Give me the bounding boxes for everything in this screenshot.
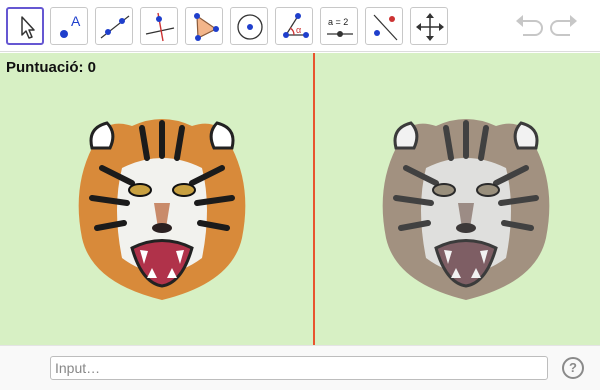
tiger-face-icon: [78, 119, 246, 300]
input-field[interactable]: [50, 356, 548, 380]
help-icon[interactable]: ?: [562, 357, 584, 379]
slider-label: a = 2: [328, 17, 348, 27]
redo-icon: [550, 15, 577, 36]
undo-icon: [516, 15, 543, 36]
toolbar: A α a = 2: [0, 0, 600, 52]
angle-tool-button[interactable]: α: [275, 7, 313, 45]
perpendicular-line-tool-button[interactable]: [140, 7, 178, 45]
tiger-image-modified[interactable]: [366, 108, 566, 303]
score-text: Puntuació: 0: [6, 59, 97, 76]
tiger-face-icon: [382, 119, 550, 300]
tiger-image-original[interactable]: [62, 108, 262, 303]
polygon-tool-button[interactable]: [185, 7, 223, 45]
slider-icon: a = 2: [327, 17, 353, 37]
divider-line: [313, 53, 315, 345]
move-graphics-view-tool-button[interactable]: [410, 7, 448, 45]
polygon-icon: [194, 13, 219, 41]
point-icon: A: [60, 13, 81, 38]
angle-label: α: [296, 25, 301, 35]
move-arrows-icon: [416, 13, 444, 41]
undo-button[interactable]: [513, 12, 543, 38]
point-tool-button[interactable]: A: [50, 7, 88, 45]
angle-icon: α: [283, 13, 309, 38]
reflect-icon: [373, 14, 398, 41]
line-icon: [100, 15, 130, 39]
slider-tool-button[interactable]: a = 2: [320, 7, 358, 45]
input-bar: ?: [0, 345, 600, 390]
graphics-view[interactable]: Puntuació: 0: [0, 53, 600, 345]
reflect-tool-button[interactable]: [365, 7, 403, 45]
move-tool-button[interactable]: [6, 7, 44, 45]
perpendicular-line-icon: [145, 12, 175, 42]
circle-icon: [237, 14, 263, 40]
line-tool-button[interactable]: [95, 7, 133, 45]
cursor-arrow-icon: [21, 16, 35, 39]
circle-tool-button[interactable]: [230, 7, 268, 45]
point-label: A: [71, 13, 81, 29]
redo-button[interactable]: [550, 12, 580, 38]
